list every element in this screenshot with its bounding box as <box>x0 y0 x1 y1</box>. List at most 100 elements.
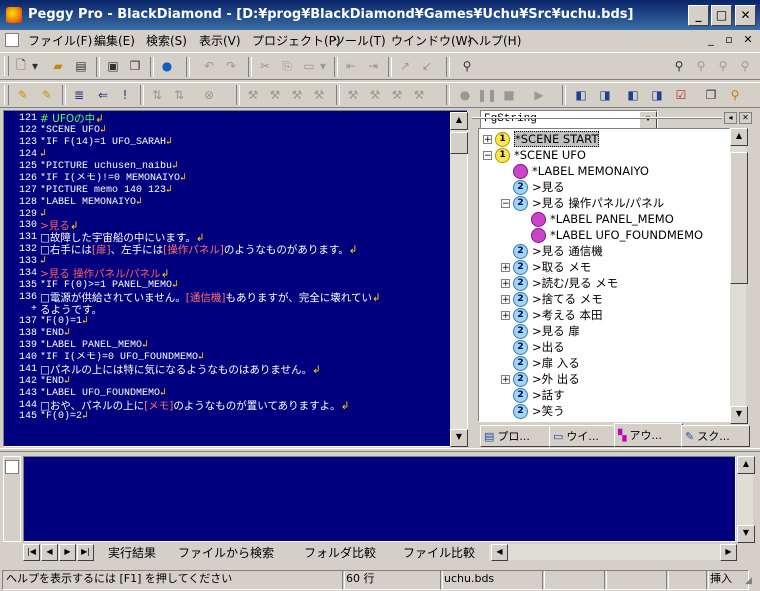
save-icon[interactable]: ▣ <box>104 57 122 75</box>
collapse-icon[interactable]: − <box>501 198 510 208</box>
new-output-icon[interactable] <box>5 460 19 474</box>
window-icon-2[interactable]: ◨ <box>596 86 614 104</box>
tab-window[interactable]: ▭ ウイ... <box>549 425 620 447</box>
tree-node[interactable]: *LABEL UFO_FOUNDMEMO <box>519 227 703 243</box>
pause-icon[interactable]: ❚❚ <box>477 86 497 104</box>
stop-circle-icon[interactable]: ⊗ <box>200 86 218 104</box>
mdi-minimize-button[interactable]: _ <box>703 32 719 47</box>
code-line[interactable]: *IF I(メモ)!=0 MEMONAIYO↲ <box>40 173 465 185</box>
outdent-icon[interactable]: ⇤ <box>342 57 360 75</box>
expand-icon[interactable]: + <box>501 294 510 304</box>
code-line[interactable]: # UFOの中↲ <box>40 113 465 125</box>
hammer-icon-7[interactable]: ⚒ <box>388 86 406 104</box>
window-check-icon[interactable]: ☑ <box>672 86 690 104</box>
window-icon-4[interactable]: ◨ <box>648 86 666 104</box>
menu-search[interactable]: 検索(S) <box>146 32 187 49</box>
hammer-icon-5[interactable]: ⚒ <box>344 86 362 104</box>
tree-node[interactable]: −1 *SCENE UFO <box>483 147 586 163</box>
tab-prev-icon[interactable]: ◀ <box>41 544 58 561</box>
resize-grip-icon[interactable]: ◢ <box>745 576 758 589</box>
hammer-icon-4[interactable]: ⚒ <box>310 86 328 104</box>
tab-next-icon[interactable]: ▶ <box>59 544 76 561</box>
save-all-icon[interactable]: ❐ <box>126 57 144 75</box>
tree-scroll-up-icon[interactable]: ▲ <box>730 128 748 146</box>
scroll-thumb[interactable] <box>450 132 468 154</box>
tab-search-in-files[interactable]: ファイルから検索 <box>178 544 274 561</box>
tree-node[interactable]: +2 >読む/見る メモ <box>501 275 618 291</box>
code-line[interactable]: □右手には[扉]、左手には[操作パネル]のようなものがあります。↲ <box>40 244 465 256</box>
bookmark-prev-icon[interactable]: ↙ <box>418 57 436 75</box>
expand-icon[interactable]: + <box>501 278 510 288</box>
tree-node[interactable]: +2 >取る メモ <box>501 259 591 275</box>
minimize-button[interactable]: _ <box>688 5 709 26</box>
open-folder-icon[interactable]: ▰ <box>49 57 67 75</box>
outline-tree[interactable]: +1 *SCENE START −1 *SCENE UFO *LABEL MEMONAI… <box>478 128 730 422</box>
code-line[interactable]: *LABEL UFO_FOUNDMEMO↲ <box>40 388 465 400</box>
window-icon-3[interactable]: ◧ <box>624 86 642 104</box>
maximize-button[interactable]: □ <box>711 5 732 26</box>
redo-icon[interactable]: ↷ <box>222 57 240 75</box>
tree-scroll-thumb[interactable] <box>730 152 748 284</box>
code-line[interactable]: □おや、パネルの上に[メモ]のようなものが置いてありますよ。↲ <box>40 400 465 412</box>
paste-icon[interactable]: ▭ <box>300 57 318 75</box>
toolbar-grip[interactable] <box>4 56 9 76</box>
hscroll-left-icon[interactable]: ◀ <box>491 544 508 561</box>
code-line[interactable]: □故障した宇宙船の中にいます。↲ <box>40 232 465 244</box>
cut-icon[interactable]: ✂ <box>256 57 274 75</box>
tab-file-compare[interactable]: ファイル比較 <box>403 544 475 561</box>
project-icon[interactable]: ✎ <box>14 86 32 104</box>
play-icon[interactable]: ▶ <box>530 86 548 104</box>
tab-script[interactable]: ✎ スク... <box>681 425 750 447</box>
find-binoculars-icon[interactable]: ⚲ <box>458 57 476 75</box>
open-recent-icon[interactable]: ▤ <box>72 57 90 75</box>
tree-scroll-down-icon[interactable]: ▼ <box>730 406 748 424</box>
tree-node[interactable]: +2 >外 出る <box>501 371 580 387</box>
menu-file[interactable]: ファイル(F) <box>28 32 92 49</box>
scroll-down-icon[interactable]: ▼ <box>450 429 468 447</box>
tree-node[interactable]: +2 >考える 本田 <box>501 307 602 323</box>
code-line[interactable]: *END↲ <box>40 376 465 388</box>
tree-node[interactable]: +2 >捨てる メモ <box>501 291 603 307</box>
code-line[interactable]: *F(0)=2↲ <box>40 411 465 423</box>
menu-view[interactable]: 表示(V) <box>199 32 241 49</box>
code-line[interactable]: ↲ <box>40 209 465 221</box>
code-area[interactable]: # UFOの中↲ *SCENE UFO↲ *IF F(14)=1 UFO_SARAH… <box>40 113 465 423</box>
tab-run-result[interactable]: 実行結果 <box>108 544 156 561</box>
error-check-icon[interactable]: ! <box>116 86 134 104</box>
copy-window-icon[interactable]: ❐ <box>702 86 720 104</box>
code-line[interactable]: *PICTURE memo 140 123↲ <box>40 185 465 197</box>
new-dropdown-icon[interactable]: ▾ <box>30 57 40 75</box>
hammer-icon-3[interactable]: ⚒ <box>288 86 306 104</box>
expand-icon[interactable]: + <box>501 262 510 272</box>
peggy-app-icon[interactable] <box>6 7 22 23</box>
find-next-icon[interactable]: ⚲ <box>670 57 688 75</box>
collapse-icon[interactable]: − <box>483 150 492 160</box>
tree-node[interactable]: +1 *SCENE START <box>483 131 600 147</box>
toolbar-grip-2[interactable] <box>4 85 9 105</box>
panel-pin-icon[interactable]: ◂ <box>724 112 737 124</box>
label-jump-icon[interactable]: ⇐ <box>94 86 112 104</box>
tree-node[interactable]: *LABEL MEMONAIYO <box>501 163 649 179</box>
find-all-icon[interactable]: ⚲ <box>714 57 732 75</box>
indent-icon[interactable]: ⇥ <box>364 57 382 75</box>
sort2-icon[interactable]: ⇅ <box>170 86 188 104</box>
paste-dropdown-icon[interactable]: ▾ <box>318 57 328 75</box>
hammer-icon-8[interactable]: ⚒ <box>410 86 428 104</box>
code-line[interactable]: *PICTURE uchusen_naibu↲ <box>40 161 465 173</box>
menu-edit[interactable]: 編集(E) <box>94 32 135 49</box>
window-icon-1[interactable]: ◧ <box>572 86 590 104</box>
output-scroll-down-icon[interactable]: ▼ <box>737 525 755 543</box>
code-editor[interactable]: 121 122 123 124 125 126 127 128 129 130 131 132 133 1… <box>3 110 468 447</box>
mdi-restore-button[interactable]: ▫ <box>721 32 737 47</box>
tree-node[interactable]: −2 >見る 操作パネル/パネル <box>501 195 664 211</box>
output-pane[interactable] <box>23 456 736 542</box>
hammer-icon-2[interactable]: ⚒ <box>266 86 284 104</box>
globe-icon[interactable]: ● <box>158 57 176 75</box>
mdi-close-button[interactable]: ✕ <box>740 32 756 47</box>
record-icon[interactable]: ● <box>456 86 474 104</box>
code-line[interactable]: *IF F(0)>=1 PANEL_MEMO↲ <box>40 280 465 292</box>
code-line[interactable]: ↲ <box>40 256 465 268</box>
hammer-icon-6[interactable]: ⚒ <box>366 86 384 104</box>
output-vertical-scrollbar[interactable]: ▲ ▼ <box>737 456 755 543</box>
sort-icon[interactable]: ⇅ <box>148 86 166 104</box>
